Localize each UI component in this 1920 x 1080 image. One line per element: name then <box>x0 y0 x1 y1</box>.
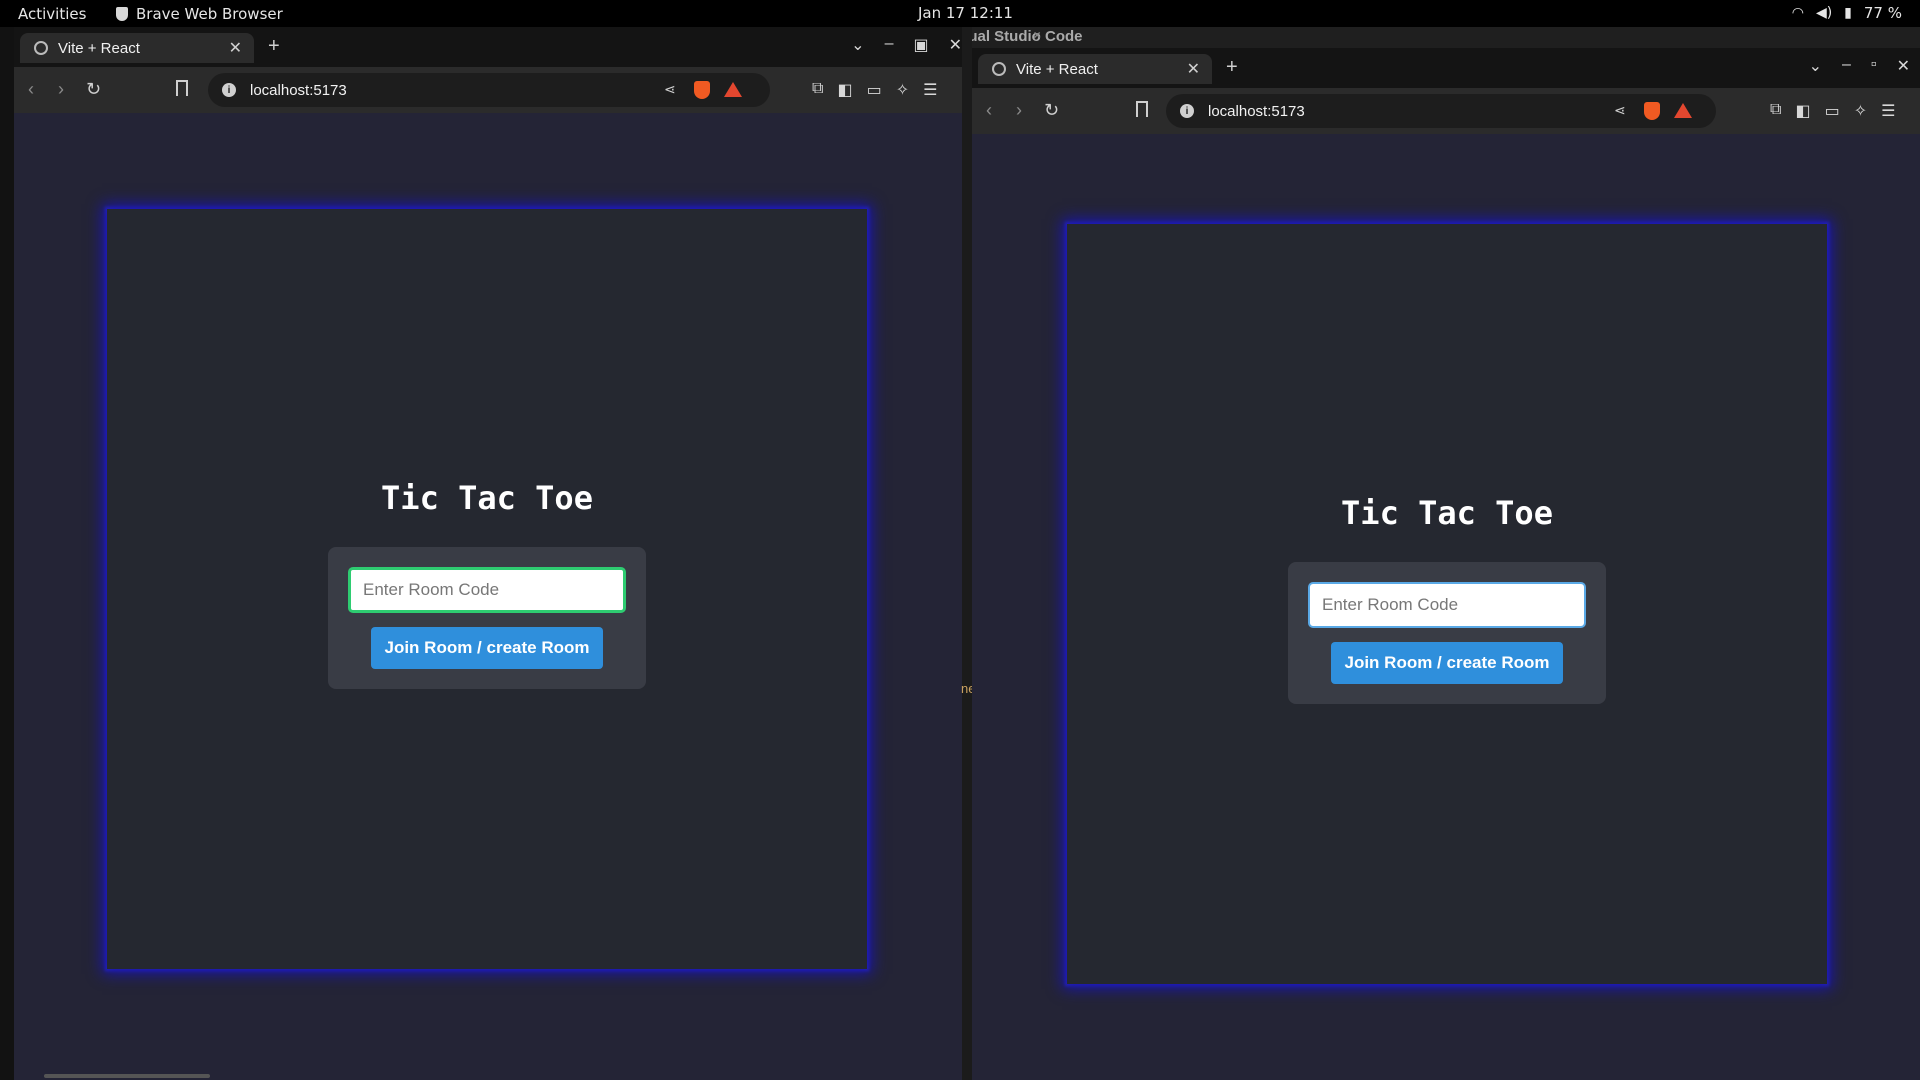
battery-icon: ▮ <box>1844 5 1852 21</box>
wallet-icon[interactable]: ▭ <box>867 80 882 100</box>
battery-percent: 77 % <box>1863 4 1902 22</box>
page-title: Tic Tac Toe <box>381 479 593 517</box>
browser-toolbar: ‹ › ↻ i localhost:5173 ⋖ ⧉ ◧ ▭ ✧ ☰ <box>14 67 972 113</box>
vscode-window-controls[interactable]: – ▫ × <box>960 28 1906 42</box>
leo-icon[interactable]: ✧ <box>1854 101 1867 121</box>
brave-shield-icon[interactable] <box>694 81 710 99</box>
chevron-down-icon[interactable]: ⌄ <box>851 35 864 55</box>
brave-app-icon <box>116 7 128 21</box>
bookmark-icon[interactable] <box>1136 101 1148 117</box>
close-icon[interactable]: ✕ <box>229 38 242 58</box>
app-name: Brave Web Browser <box>136 5 283 23</box>
maximize-icon[interactable]: ▫ <box>1871 56 1877 76</box>
forward-icon[interactable]: › <box>58 79 64 100</box>
back-icon[interactable]: ‹ <box>986 100 992 121</box>
share-icon[interactable]: ⋖ <box>664 81 676 98</box>
page-viewport: Tic Tac Toe Join Room / create Room <box>14 113 972 1080</box>
system-tray[interactable]: ◠ ◀) ▮ 77 % <box>1792 4 1902 22</box>
reload-icon[interactable]: ↻ <box>86 79 101 100</box>
menu-icon[interactable]: ☰ <box>923 80 937 100</box>
minimize-icon[interactable]: – <box>1842 56 1851 76</box>
bat-rewards-icon[interactable] <box>1674 103 1692 118</box>
url-text: localhost:5173 <box>250 81 347 99</box>
info-icon[interactable]: i <box>222 83 236 97</box>
chevron-down-icon[interactable]: ⌄ <box>1809 56 1822 76</box>
address-bar[interactable]: i localhost:5173 ⋖ <box>1166 94 1716 128</box>
share-icon[interactable]: ⋖ <box>1614 102 1626 119</box>
menu-icon[interactable]: ☰ <box>1881 101 1895 121</box>
plus-icon[interactable]: + <box>1226 56 1238 79</box>
tab-title: Vite + React <box>58 39 140 57</box>
brave-shield-icon[interactable] <box>1644 102 1660 120</box>
browser-window-right: Vite + React ✕ + ⌄ – ▫ ✕ ‹ › ↻ i localho… <box>972 48 1920 1080</box>
page-viewport: Tic Tac Toe Join Room / create Room <box>972 134 1920 1080</box>
info-icon[interactable]: i <box>1180 104 1194 118</box>
horizontal-scrollbar[interactable] <box>44 1074 210 1078</box>
window-divider <box>962 27 972 1080</box>
vscode-window-title: sual Studio Code – ▫ × <box>960 27 1920 48</box>
close-window-icon[interactable]: ✕ <box>1897 56 1910 76</box>
game-container: Tic Tac Toe Join Room / create Room <box>1067 224 1827 984</box>
sidebar-icon[interactable]: ◧ <box>837 80 852 100</box>
bat-rewards-icon[interactable] <box>724 82 742 97</box>
page-title: Tic Tac Toe <box>1341 494 1553 532</box>
reload-icon[interactable]: ↻ <box>1044 100 1059 121</box>
join-form: Join Room / create Room <box>1288 562 1606 704</box>
room-code-input[interactable] <box>348 567 626 613</box>
system-top-bar: Activities Brave Web Browser Jan 17 12:1… <box>0 0 1920 27</box>
sidebar-icon[interactable]: ◧ <box>1795 101 1810 121</box>
extensions-icon[interactable]: ⧉ <box>812 80 823 100</box>
tab-vite-react[interactable]: Vite + React ✕ <box>20 33 254 63</box>
join-room-button[interactable]: Join Room / create Room <box>1331 642 1563 684</box>
activities-button[interactable]: Activities <box>18 5 86 23</box>
extensions-icon[interactable]: ⧉ <box>1770 101 1781 121</box>
toolbar-icons: ⧉ ◧ ▭ ✧ ☰ <box>812 80 937 100</box>
tab-vite-react[interactable]: Vite + React ✕ <box>978 54 1212 84</box>
desktop-edge <box>0 27 14 1080</box>
tab-strip: Vite + React ✕ + ⌄ – ▫ ✕ <box>972 48 1920 88</box>
tab-title: Vite + React <box>1016 60 1098 78</box>
volume-icon: ◀) <box>1815 5 1833 21</box>
plus-icon[interactable]: + <box>268 35 280 58</box>
game-container: Tic Tac Toe Join Room / create Room <box>107 209 867 969</box>
forward-icon[interactable]: › <box>1016 100 1022 121</box>
wallet-icon[interactable]: ▭ <box>1825 101 1840 121</box>
toolbar-icons: ⧉ ◧ ▭ ✧ ☰ <box>1770 101 1895 121</box>
globe-icon <box>34 41 48 55</box>
bookmark-icon[interactable] <box>176 80 188 96</box>
wifi-icon: ◠ <box>1791 5 1804 21</box>
room-code-input[interactable] <box>1308 582 1586 628</box>
address-bar[interactable]: i localhost:5173 ⋖ <box>208 73 770 107</box>
close-icon[interactable]: ✕ <box>1187 59 1200 79</box>
join-form: Join Room / create Room <box>328 547 646 689</box>
url-text: localhost:5173 <box>1208 102 1305 120</box>
browser-window-left: Vite + React ✕ + ⌄ – ▣ ✕ ‹ › ↻ i localho… <box>14 27 972 1080</box>
app-menu[interactable]: Brave Web Browser <box>116 5 283 23</box>
close-window-icon[interactable]: ✕ <box>949 35 962 55</box>
maximize-icon[interactable]: ▣ <box>913 35 928 55</box>
globe-icon <box>992 62 1006 76</box>
window-controls: ⌄ – ▣ ✕ <box>851 35 962 55</box>
join-room-button[interactable]: Join Room / create Room <box>371 627 603 669</box>
browser-toolbar: ‹ › ↻ i localhost:5173 ⋖ ⧉ ◧ ▭ ✧ ☰ <box>972 88 1920 134</box>
clock[interactable]: Jan 17 12:11 <box>918 4 1013 22</box>
leo-icon[interactable]: ✧ <box>896 80 909 100</box>
tab-strip: Vite + React ✕ + ⌄ – ▣ ✕ <box>14 27 972 67</box>
minimize-icon[interactable]: – <box>885 35 894 55</box>
back-icon[interactable]: ‹ <box>28 79 34 100</box>
window-controls: ⌄ – ▫ ✕ <box>1809 56 1910 76</box>
